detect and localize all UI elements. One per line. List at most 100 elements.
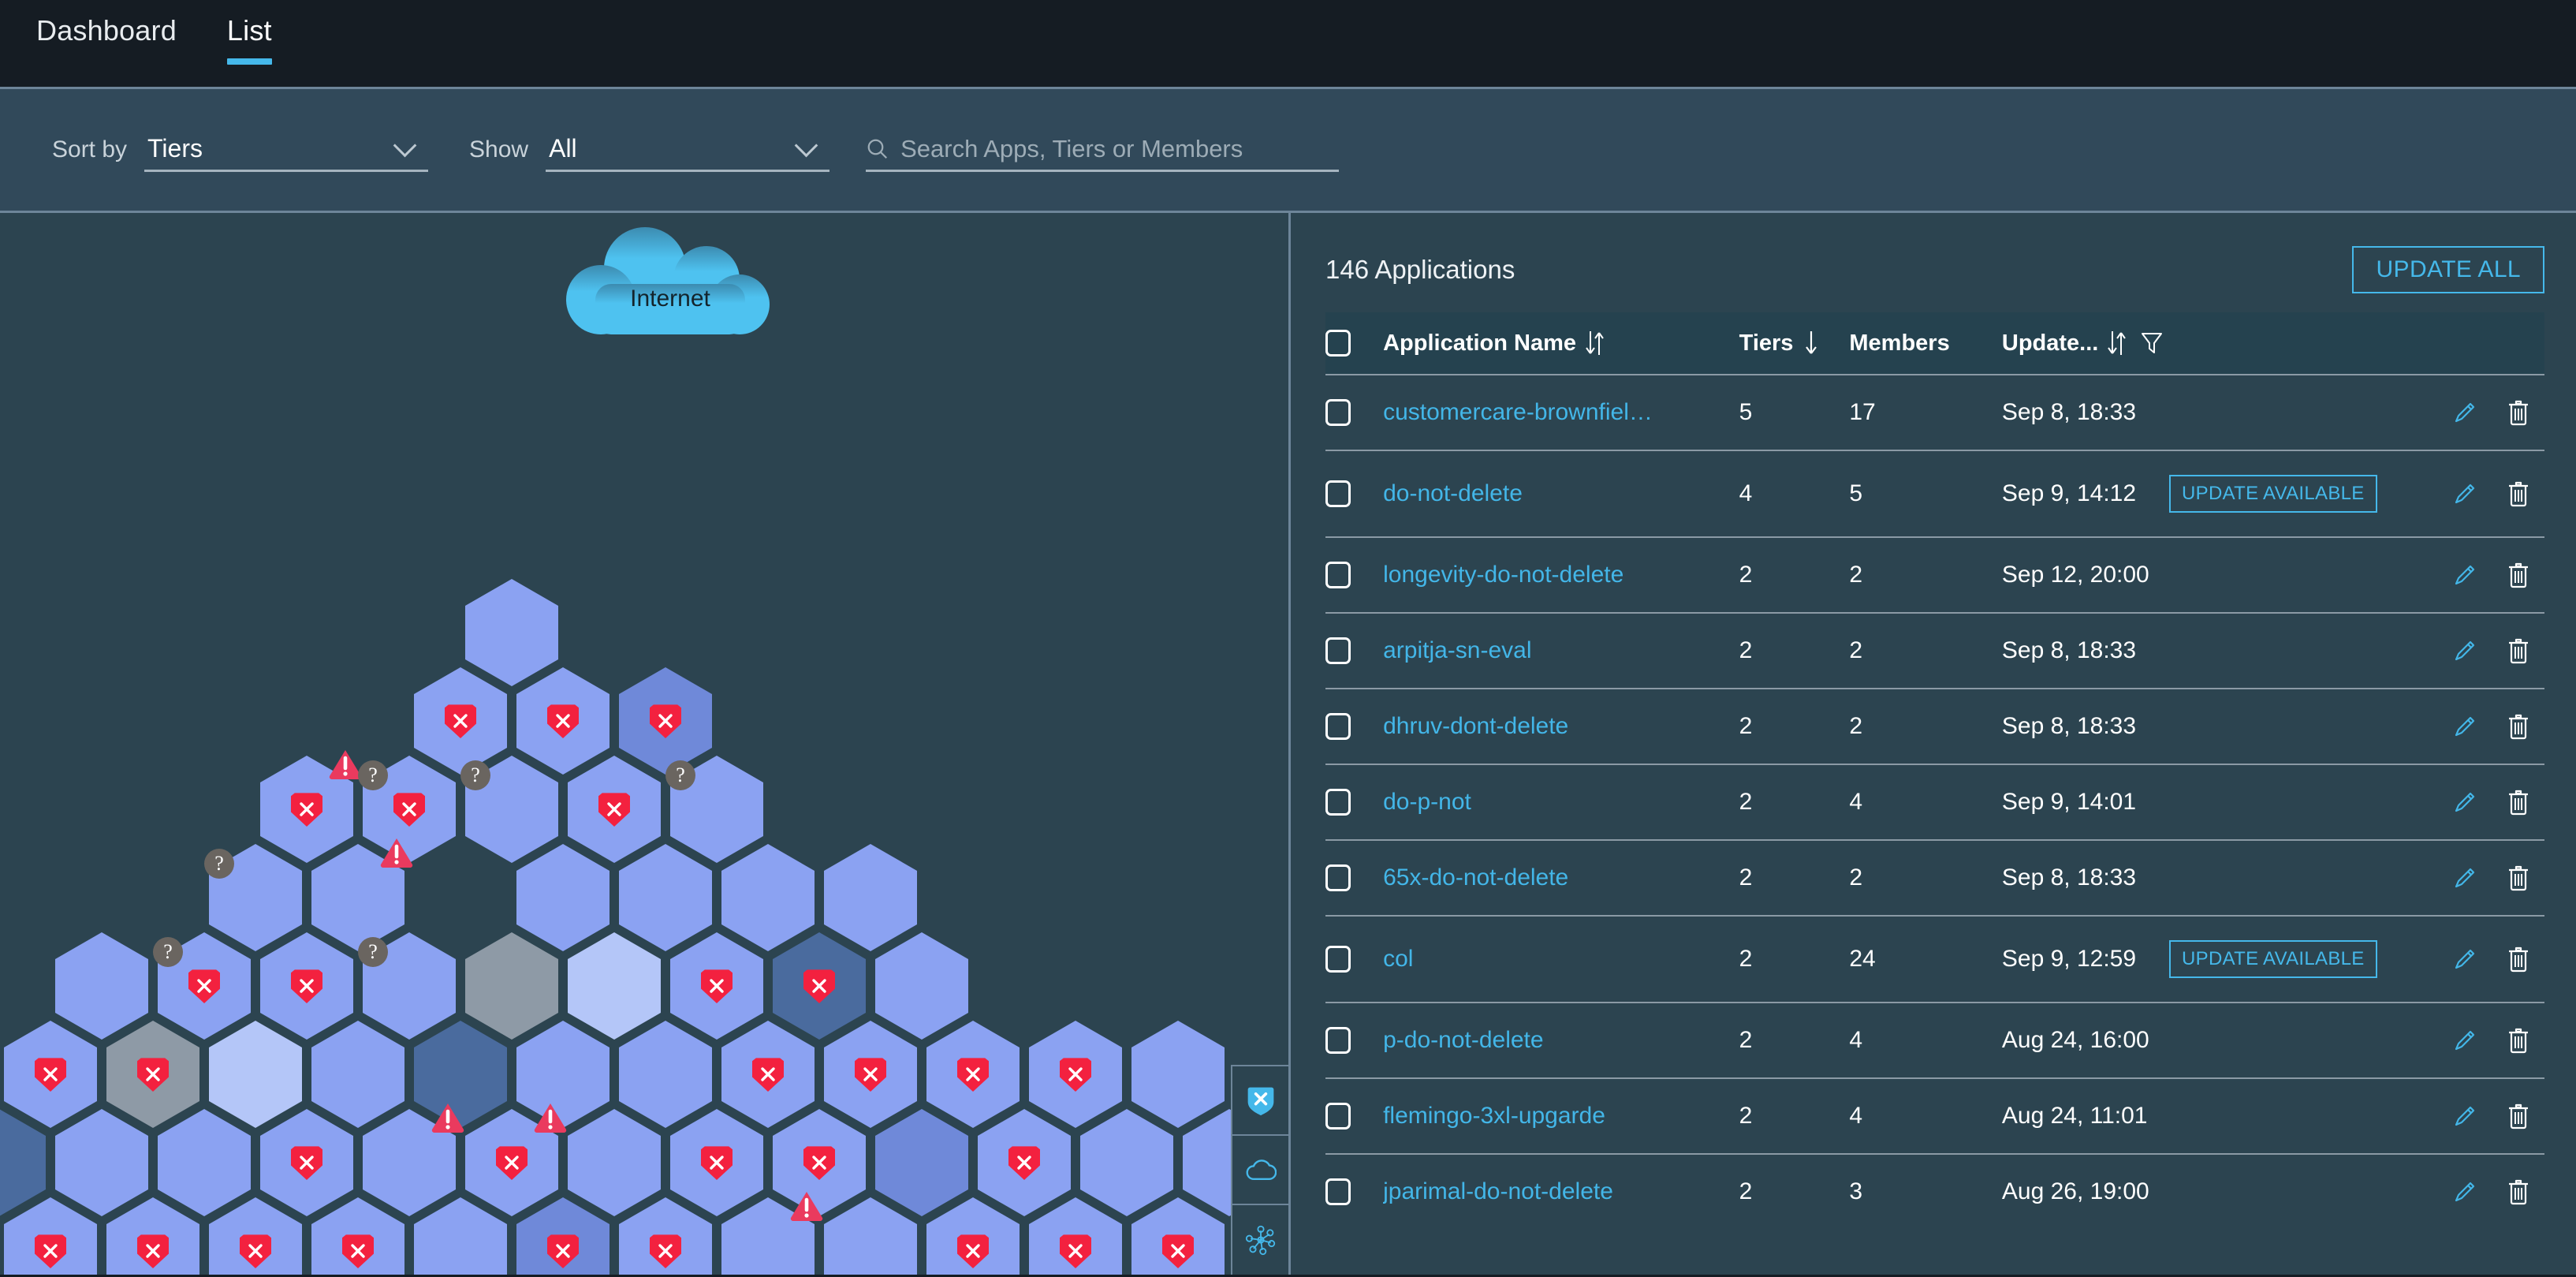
hexagon-node[interactable]	[260, 1109, 353, 1216]
hexagon-node[interactable]	[516, 844, 610, 951]
hexagon-node[interactable]	[926, 1021, 1020, 1128]
application-name-link[interactable]: dhruv-dont-delete	[1383, 713, 1698, 740]
application-name-link[interactable]: customercare-brownfiel…	[1383, 399, 1698, 426]
application-name-link[interactable]: col	[1383, 946, 1698, 973]
hexagon-node[interactable]	[4, 1021, 97, 1128]
hexagon-node[interactable]	[1029, 1021, 1122, 1128]
filter-funnel-icon[interactable]	[2141, 331, 2163, 355]
tab-list[interactable]: List	[213, 14, 286, 71]
delete-trash-icon[interactable]	[2505, 562, 2532, 588]
hexagon-node[interactable]	[670, 932, 763, 1040]
tab-dashboard[interactable]: Dashboard	[22, 14, 191, 71]
row-checkbox[interactable]	[1325, 480, 1351, 507]
row-checkbox[interactable]	[1325, 1103, 1351, 1130]
show-select[interactable]: All	[546, 128, 830, 172]
application-name-link[interactable]: longevity-do-not-delete	[1383, 562, 1698, 588]
application-name-link[interactable]: jparimal-do-not-delete	[1383, 1178, 1698, 1205]
table-row[interactable]: flemingo-3xl-upgarde 2 4 Aug 24, 11:01	[1325, 1078, 2544, 1155]
hexagon-node[interactable]	[824, 1021, 917, 1128]
table-row[interactable]: p-do-not-delete 2 4 Aug 24, 16:00	[1325, 1003, 2544, 1079]
search-input[interactable]: Search Apps, Tiers or Members	[866, 128, 1340, 172]
hexagon-node[interactable]	[55, 932, 148, 1040]
row-checkbox[interactable]	[1325, 562, 1351, 588]
hexagon-node[interactable]	[619, 667, 712, 775]
edit-pencil-icon[interactable]	[2451, 946, 2478, 973]
hexagon-node[interactable]	[1131, 1197, 1225, 1275]
hexagon-node[interactable]	[106, 1197, 199, 1275]
tool-topology-button[interactable]	[1232, 1205, 1288, 1275]
hexagon-node[interactable]	[465, 932, 558, 1040]
hexagon-node[interactable]	[363, 756, 456, 863]
table-row[interactable]: 65x-do-not-delete 2 2 Sep 8, 18:33	[1325, 840, 2544, 917]
row-checkbox[interactable]	[1325, 1178, 1351, 1205]
delete-trash-icon[interactable]	[2505, 789, 2532, 816]
tool-shield-x-button[interactable]	[1232, 1066, 1288, 1136]
delete-trash-icon[interactable]	[2505, 480, 2532, 507]
update-available-badge[interactable]: UPDATE AVAILABLE	[2169, 475, 2377, 513]
hexagon-node[interactable]	[516, 1197, 610, 1275]
hexagon-node[interactable]	[568, 932, 661, 1040]
edit-pencil-icon[interactable]	[2451, 1027, 2478, 1054]
tool-cloud-button[interactable]	[1232, 1136, 1288, 1205]
application-name-link[interactable]: do-p-not	[1383, 789, 1698, 816]
hexagon-node[interactable]	[1029, 1197, 1122, 1275]
table-row[interactable]: customercare-brownfiel… 5 17 Sep 8, 18:33	[1325, 375, 2544, 451]
column-application-name[interactable]: Application Name	[1383, 312, 1739, 375]
update-available-badge[interactable]: UPDATE AVAILABLE	[2169, 940, 2377, 978]
row-checkbox[interactable]	[1325, 946, 1351, 973]
hexagon-node[interactable]	[4, 1197, 97, 1275]
delete-trash-icon[interactable]	[2505, 399, 2532, 426]
application-name-link[interactable]: arpitja-sn-eval	[1383, 637, 1698, 664]
table-row[interactable]: arpitja-sn-eval 2 2 Sep 8, 18:33	[1325, 613, 2544, 689]
sort-both-icon[interactable]	[1584, 330, 1605, 357]
hexagon-node[interactable]	[465, 579, 558, 686]
delete-trash-icon[interactable]	[2505, 1027, 2532, 1054]
hexagon-node[interactable]	[824, 1197, 917, 1275]
edit-pencil-icon[interactable]	[2451, 562, 2478, 588]
delete-trash-icon[interactable]	[2505, 864, 2532, 891]
hexagon-node[interactable]	[414, 1197, 507, 1275]
hexagon-node[interactable]	[414, 1021, 507, 1128]
hexagon-node[interactable]	[106, 1021, 199, 1128]
sort-by-select[interactable]: Tiers	[144, 128, 429, 172]
hexagon-node[interactable]	[414, 667, 507, 775]
hexagon-node[interactable]	[363, 1109, 456, 1216]
sort-descending-icon[interactable]	[1801, 330, 1821, 357]
row-checkbox[interactable]	[1325, 399, 1351, 426]
delete-trash-icon[interactable]	[2505, 1178, 2532, 1205]
hexagon-node[interactable]	[260, 932, 353, 1040]
application-name-link[interactable]: 65x-do-not-delete	[1383, 864, 1698, 891]
delete-trash-icon[interactable]	[2505, 637, 2532, 664]
hexagon-node[interactable]	[619, 1021, 712, 1128]
hexagon-node[interactable]	[516, 667, 610, 775]
delete-trash-icon[interactable]	[2505, 713, 2532, 740]
table-row[interactable]: col 2 24 Sep 9, 12:59 UPDATE AVAILABLE	[1325, 916, 2544, 1003]
hexagon-node[interactable]	[824, 844, 917, 951]
hexagon-node[interactable]	[670, 756, 763, 863]
hexagon-node[interactable]	[721, 844, 815, 951]
select-all-checkbox[interactable]	[1325, 330, 1351, 357]
hexagon-node[interactable]	[311, 1021, 404, 1128]
row-checkbox[interactable]	[1325, 637, 1351, 664]
update-all-button[interactable]: UPDATE ALL	[2352, 246, 2544, 293]
hexagon-node[interactable]	[773, 1109, 866, 1216]
hexagon-node[interactable]	[978, 1109, 1071, 1216]
hexagon-node[interactable]	[1131, 1021, 1225, 1128]
delete-trash-icon[interactable]	[2505, 946, 2532, 973]
hexagon-node[interactable]	[209, 844, 302, 951]
table-row[interactable]: jparimal-do-not-delete 2 3 Aug 26, 19:00	[1325, 1154, 2544, 1229]
hexagon-node[interactable]	[260, 756, 353, 863]
hexagon-node[interactable]	[209, 1021, 302, 1128]
application-topology-map[interactable]: Internet ??????	[0, 213, 1291, 1275]
column-members[interactable]: Members	[1849, 312, 2002, 375]
application-name-link[interactable]: p-do-not-delete	[1383, 1027, 1698, 1054]
hexagon-node[interactable]	[875, 1109, 968, 1216]
hexagon-node[interactable]	[158, 1109, 251, 1216]
row-checkbox[interactable]	[1325, 1027, 1351, 1054]
column-tiers[interactable]: Tiers	[1739, 312, 1850, 375]
hexagon-node[interactable]	[875, 932, 968, 1040]
hexagon-node[interactable]	[568, 1109, 661, 1216]
hexagon-node[interactable]	[311, 844, 404, 951]
hexagon-node[interactable]	[311, 1197, 404, 1275]
sort-both-icon[interactable]	[2106, 330, 2127, 357]
